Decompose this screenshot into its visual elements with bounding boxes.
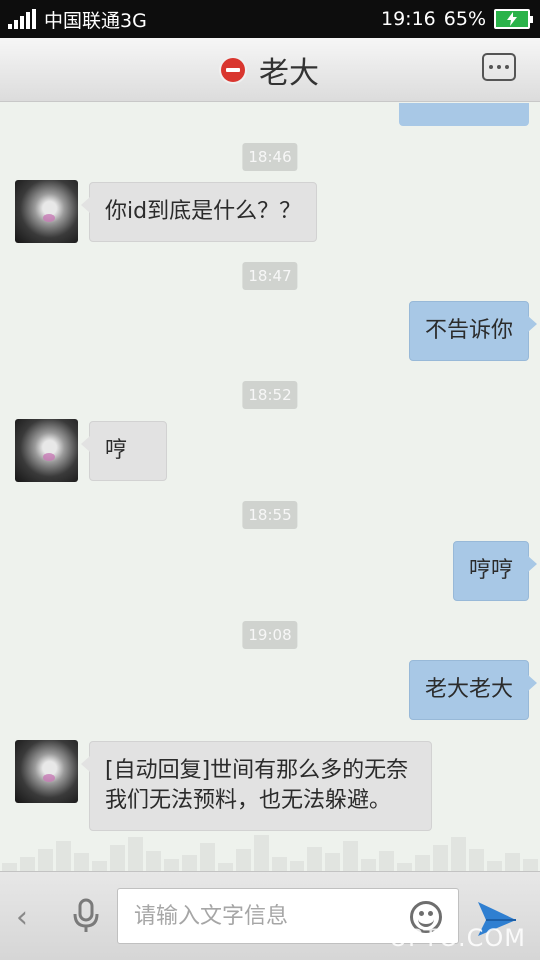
timestamp: 19:08 <box>242 621 298 649</box>
dot-icon <box>489 65 493 69</box>
message-input[interactable] <box>118 889 398 943</box>
decorative-equalizer <box>0 831 540 871</box>
avatar[interactable] <box>15 740 78 803</box>
dot-icon <box>505 65 509 69</box>
watermark: UPTO.COM <box>389 924 526 952</box>
timestamp: 18:46 <box>242 143 298 171</box>
title-bar: 老大 <box>0 38 540 102</box>
message-list[interactable]: 18:46 你id到底是什么？？ 18:47 不告诉你 18:52 哼 18:5… <box>0 103 540 871</box>
timestamp: 18:47 <box>242 262 298 290</box>
contact-name: 老大 <box>259 55 319 91</box>
timestamp: 18:52 <box>242 381 298 409</box>
input-bar: ‹ UPTO.COM <box>0 871 540 960</box>
microphone-icon[interactable] <box>72 898 100 934</box>
chevron-left-icon[interactable]: ‹ <box>16 900 28 935</box>
more-options-button[interactable] <box>482 53 516 81</box>
carrier-label: 中国联通3G <box>44 9 147 32</box>
outgoing-bubble[interactable]: 不告诉你 <box>408 301 538 361</box>
avatar[interactable] <box>15 180 78 243</box>
incoming-bubble[interactable]: 哼 <box>81 421 167 481</box>
signal-icon <box>8 9 36 29</box>
clock: 19:16 <box>381 8 436 30</box>
avatar[interactable] <box>15 419 78 482</box>
dot-icon <box>497 65 501 69</box>
battery-percent: 65% <box>443 8 486 30</box>
status-bar: 中国联通3G 19:16 65% <box>0 0 540 38</box>
outgoing-bubble[interactable]: 老大老大 <box>408 660 538 720</box>
battery-charging-icon <box>494 9 533 29</box>
incoming-bubble[interactable]: 你id到底是什么？？ <box>80 182 318 242</box>
blocked-icon <box>221 57 245 82</box>
incoming-bubble[interactable]: [自动回复]世间有那么多的无奈我们无法预料，也无法躲避。 <box>81 741 432 831</box>
outgoing-bubble[interactable]: 哼哼 <box>452 541 538 601</box>
outgoing-bubble-partial <box>399 103 529 126</box>
timestamp: 18:55 <box>242 501 298 529</box>
